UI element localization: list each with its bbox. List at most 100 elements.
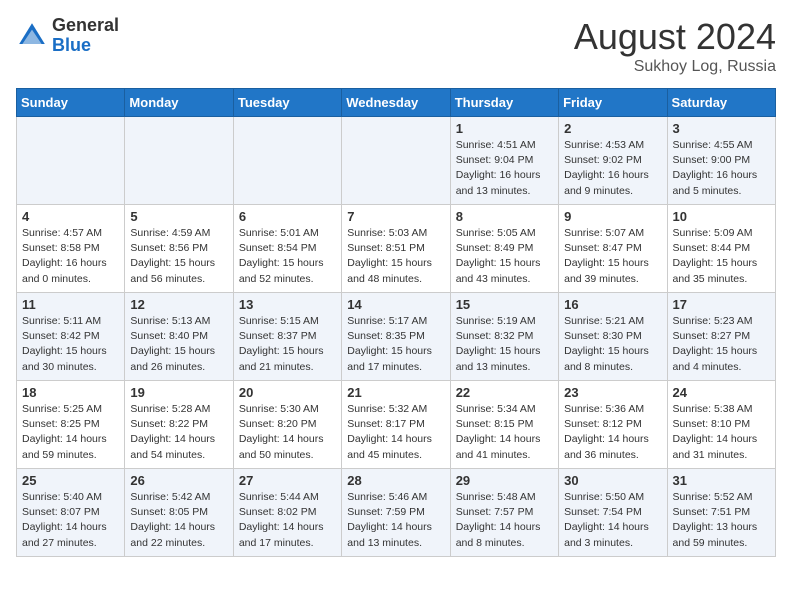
calendar-cell: 21 Sunrise: 5:32 AM Sunset: 8:17 PM Dayli… bbox=[342, 381, 450, 469]
day-number: 24 bbox=[673, 385, 770, 400]
day-content: Sunrise: 5:17 AM Sunset: 8:35 PM Dayligh… bbox=[347, 314, 444, 375]
day-content: Sunrise: 5:52 AM Sunset: 7:51 PM Dayligh… bbox=[673, 490, 770, 551]
day-number: 2 bbox=[564, 121, 661, 136]
day-number: 19 bbox=[130, 385, 227, 400]
day-content: Sunrise: 5:34 AM Sunset: 8:15 PM Dayligh… bbox=[456, 402, 553, 463]
day-content: Sunrise: 4:59 AM Sunset: 8:56 PM Dayligh… bbox=[130, 226, 227, 287]
day-number: 21 bbox=[347, 385, 444, 400]
calendar-cell: 3 Sunrise: 4:55 AM Sunset: 9:00 PM Daylig… bbox=[667, 117, 775, 205]
weekday-header-tuesday: Tuesday bbox=[233, 89, 341, 117]
calendar-cell: 24Sunrise: 5:38 AM Sunset: 8:10 PM Dayli… bbox=[667, 381, 775, 469]
calendar-cell: 20 Sunrise: 5:30 AM Sunset: 8:20 PM Dayli… bbox=[233, 381, 341, 469]
day-content: Sunrise: 5:50 AM Sunset: 7:54 PM Dayligh… bbox=[564, 490, 661, 551]
day-number: 17 bbox=[673, 297, 770, 312]
day-number: 10 bbox=[673, 209, 770, 224]
location: Sukhoy Log, Russia bbox=[574, 58, 776, 76]
day-content: Sunrise: 5:28 AM Sunset: 8:22 PM Dayligh… bbox=[130, 402, 227, 463]
day-content: Sunrise: 4:53 AM Sunset: 9:02 PM Dayligh… bbox=[564, 138, 661, 199]
day-number: 31 bbox=[673, 473, 770, 488]
day-content: Sunrise: 5:15 AM Sunset: 8:37 PM Dayligh… bbox=[239, 314, 336, 375]
day-content: Sunrise: 5:21 AM Sunset: 8:30 PM Dayligh… bbox=[564, 314, 661, 375]
calendar-cell: 28Sunrise: 5:46 AM Sunset: 7:59 PM Dayli… bbox=[342, 469, 450, 557]
day-content: Sunrise: 5:48 AM Sunset: 7:57 PM Dayligh… bbox=[456, 490, 553, 551]
day-content: Sunrise: 5:44 AM Sunset: 8:02 PM Dayligh… bbox=[239, 490, 336, 551]
day-number: 29 bbox=[456, 473, 553, 488]
weekday-header-saturday: Saturday bbox=[667, 89, 775, 117]
day-content: Sunrise: 5:32 AM Sunset: 8:17 PM Dayligh… bbox=[347, 402, 444, 463]
day-number: 15 bbox=[456, 297, 553, 312]
calendar-cell: 23Sunrise: 5:36 AM Sunset: 8:12 PM Dayli… bbox=[559, 381, 667, 469]
calendar-cell bbox=[17, 117, 125, 205]
day-content: Sunrise: 4:57 AM Sunset: 8:58 PM Dayligh… bbox=[22, 226, 119, 287]
calendar-week-3: 11 Sunrise: 5:11 AM Sunset: 8:42 PM Dayli… bbox=[17, 293, 776, 381]
calendar-cell: 31 Sunrise: 5:52 AM Sunset: 7:51 PM Dayli… bbox=[667, 469, 775, 557]
day-number: 6 bbox=[239, 209, 336, 224]
day-content: Sunrise: 5:19 AM Sunset: 8:32 PM Dayligh… bbox=[456, 314, 553, 375]
day-number: 22 bbox=[456, 385, 553, 400]
calendar-cell: 14 Sunrise: 5:17 AM Sunset: 8:35 PM Dayli… bbox=[342, 293, 450, 381]
day-content: Sunrise: 4:55 AM Sunset: 9:00 PM Dayligh… bbox=[673, 138, 770, 199]
calendar-cell: 26Sunrise: 5:42 AM Sunset: 8:05 PM Dayli… bbox=[125, 469, 233, 557]
calendar-cell: 15 Sunrise: 5:19 AM Sunset: 8:32 PM Dayli… bbox=[450, 293, 558, 381]
calendar-cell bbox=[233, 117, 341, 205]
day-number: 20 bbox=[239, 385, 336, 400]
calendar-cell: 17Sunrise: 5:23 AM Sunset: 8:27 PM Dayli… bbox=[667, 293, 775, 381]
day-number: 5 bbox=[130, 209, 227, 224]
calendar-cell: 7Sunrise: 5:03 AM Sunset: 8:51 PM Daylig… bbox=[342, 205, 450, 293]
calendar-cell: 12Sunrise: 5:13 AM Sunset: 8:40 PM Dayli… bbox=[125, 293, 233, 381]
day-content: Sunrise: 5:13 AM Sunset: 8:40 PM Dayligh… bbox=[130, 314, 227, 375]
calendar-cell: 18 Sunrise: 5:25 AM Sunset: 8:25 PM Dayli… bbox=[17, 381, 125, 469]
calendar-week-1: 1Sunrise: 4:51 AM Sunset: 9:04 PM Daylig… bbox=[17, 117, 776, 205]
day-content: Sunrise: 5:30 AM Sunset: 8:20 PM Dayligh… bbox=[239, 402, 336, 463]
day-content: Sunrise: 5:09 AM Sunset: 8:44 PM Dayligh… bbox=[673, 226, 770, 287]
calendar-cell: 25 Sunrise: 5:40 AM Sunset: 8:07 PM Dayli… bbox=[17, 469, 125, 557]
logo-general-text: General bbox=[52, 15, 119, 35]
calendar-cell: 9Sunrise: 5:07 AM Sunset: 8:47 PM Daylig… bbox=[559, 205, 667, 293]
day-number: 13 bbox=[239, 297, 336, 312]
day-content: Sunrise: 5:05 AM Sunset: 8:49 PM Dayligh… bbox=[456, 226, 553, 287]
weekday-header-sunday: Sunday bbox=[17, 89, 125, 117]
logo-icon bbox=[16, 20, 48, 52]
day-number: 14 bbox=[347, 297, 444, 312]
day-number: 26 bbox=[130, 473, 227, 488]
day-content: Sunrise: 5:11 AM Sunset: 8:42 PM Dayligh… bbox=[22, 314, 119, 375]
day-content: Sunrise: 5:07 AM Sunset: 8:47 PM Dayligh… bbox=[564, 226, 661, 287]
calendar-cell: 13 Sunrise: 5:15 AM Sunset: 8:37 PM Dayli… bbox=[233, 293, 341, 381]
day-number: 16 bbox=[564, 297, 661, 312]
calendar-cell: 1Sunrise: 4:51 AM Sunset: 9:04 PM Daylig… bbox=[450, 117, 558, 205]
header: General Blue August 2024 Sukhoy Log, Rus… bbox=[16, 16, 776, 76]
day-number: 11 bbox=[22, 297, 119, 312]
day-content: Sunrise: 4:51 AM Sunset: 9:04 PM Dayligh… bbox=[456, 138, 553, 199]
weekday-header-thursday: Thursday bbox=[450, 89, 558, 117]
day-content: Sunrise: 5:25 AM Sunset: 8:25 PM Dayligh… bbox=[22, 402, 119, 463]
weekday-header-wednesday: Wednesday bbox=[342, 89, 450, 117]
calendar-table: SundayMondayTuesdayWednesdayThursdayFrid… bbox=[16, 88, 776, 557]
calendar-cell: 6 Sunrise: 5:01 AM Sunset: 8:54 PM Daylig… bbox=[233, 205, 341, 293]
calendar-week-5: 25 Sunrise: 5:40 AM Sunset: 8:07 PM Dayli… bbox=[17, 469, 776, 557]
calendar-cell: 2 Sunrise: 4:53 AM Sunset: 9:02 PM Daylig… bbox=[559, 117, 667, 205]
month-year: August 2024 bbox=[574, 16, 776, 58]
calendar-cell: 5 Sunrise: 4:59 AM Sunset: 8:56 PM Daylig… bbox=[125, 205, 233, 293]
calendar-cell: 10 Sunrise: 5:09 AM Sunset: 8:44 PM Dayli… bbox=[667, 205, 775, 293]
calendar-cell: 4 Sunrise: 4:57 AM Sunset: 8:58 PM Daylig… bbox=[17, 205, 125, 293]
calendar-cell: 29 Sunrise: 5:48 AM Sunset: 7:57 PM Dayli… bbox=[450, 469, 558, 557]
day-content: Sunrise: 5:01 AM Sunset: 8:54 PM Dayligh… bbox=[239, 226, 336, 287]
day-number: 27 bbox=[239, 473, 336, 488]
calendar-cell: 8 Sunrise: 5:05 AM Sunset: 8:49 PM Daylig… bbox=[450, 205, 558, 293]
logo: General Blue bbox=[16, 16, 119, 56]
calendar-week-2: 4 Sunrise: 4:57 AM Sunset: 8:58 PM Daylig… bbox=[17, 205, 776, 293]
calendar-week-4: 18 Sunrise: 5:25 AM Sunset: 8:25 PM Dayli… bbox=[17, 381, 776, 469]
day-number: 4 bbox=[22, 209, 119, 224]
weekday-header-row: SundayMondayTuesdayWednesdayThursdayFrid… bbox=[17, 89, 776, 117]
day-number: 25 bbox=[22, 473, 119, 488]
day-content: Sunrise: 5:03 AM Sunset: 8:51 PM Dayligh… bbox=[347, 226, 444, 287]
day-number: 8 bbox=[456, 209, 553, 224]
day-number: 3 bbox=[673, 121, 770, 136]
day-number: 18 bbox=[22, 385, 119, 400]
day-content: Sunrise: 5:40 AM Sunset: 8:07 PM Dayligh… bbox=[22, 490, 119, 551]
day-content: Sunrise: 5:36 AM Sunset: 8:12 PM Dayligh… bbox=[564, 402, 661, 463]
calendar-cell bbox=[125, 117, 233, 205]
calendar-cell: 27 Sunrise: 5:44 AM Sunset: 8:02 PM Dayli… bbox=[233, 469, 341, 557]
calendar-cell bbox=[342, 117, 450, 205]
weekday-header-friday: Friday bbox=[559, 89, 667, 117]
